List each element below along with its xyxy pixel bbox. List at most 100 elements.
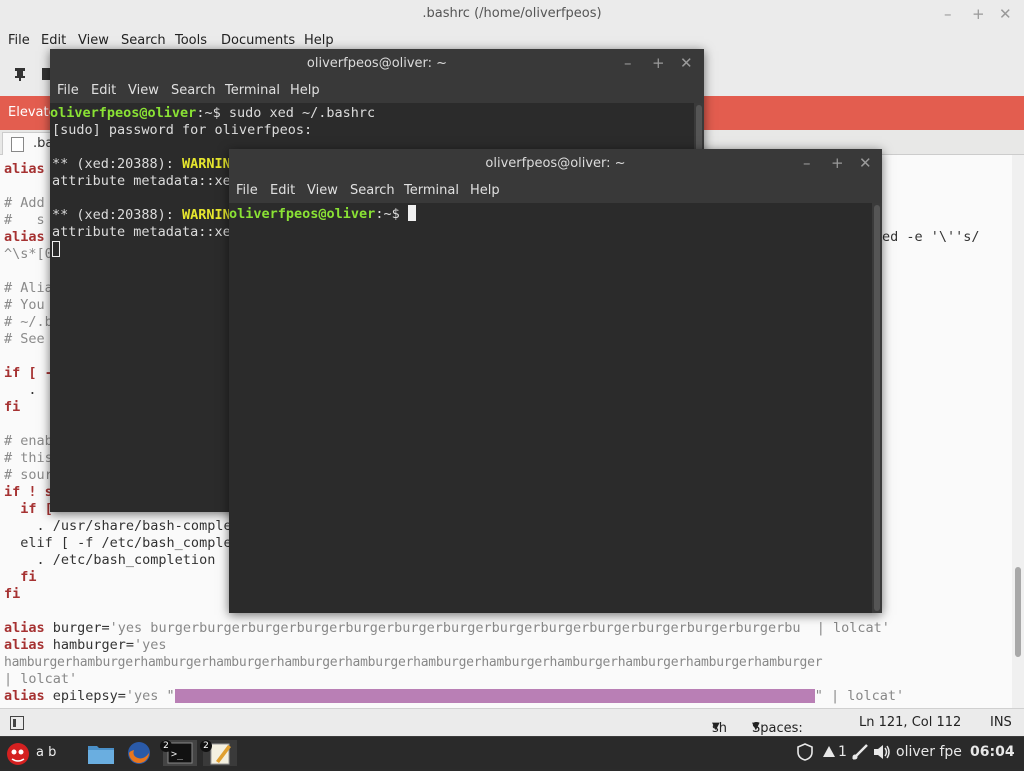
code-line: # ~/.b [4,314,53,330]
code-line: # You [4,297,45,313]
maximize-icon[interactable]: + [831,154,844,172]
terminal-menubar: File Edit View Search Terminal Help [50,79,704,103]
code-line: . /etc/bash_completion [4,552,216,568]
code-line-epilepsy: alias epilepsy='yes " " | lolcat' [4,688,905,704]
code-line-fragment: ed -e '\''s/ [882,229,980,245]
terminal-prompt-line: oliverfpeos@oliver:~$ [229,205,416,223]
menu-view[interactable]: View [78,33,109,48]
files-icon[interactable] [86,740,116,766]
terminal-line: ** (xed:20388): WARNIN [52,156,231,172]
terminal-title: oliverfpeos@oliver: ~ [306,56,448,71]
app-menu-label[interactable]: a b [36,745,56,771]
terminal-line: ** (xed:20388): WARNIN [52,207,231,223]
code-line: alias [4,229,45,245]
code-line: # s [4,212,45,228]
terminal-line: oliverfpeos@oliver:~$ sudo xed ~/.bashrc [50,105,376,121]
menu-file[interactable]: File [8,33,30,48]
code-line-hamburger-cont: hamburgerhamburgerhamburgerhamburgerhamb… [4,655,823,670]
clock[interactable]: 06:04 [970,744,1015,760]
close-icon[interactable]: ✕ [999,5,1012,23]
window-count-badge: 2 [160,740,172,752]
menu-help[interactable]: Help [470,183,500,198]
code-line-hamburger: alias hamburger='yes [4,637,167,653]
terminal-titlebar: oliverfpeos@oliver: ~ – + ✕ [50,49,704,79]
menu-file[interactable]: File [236,183,258,198]
taskbar-editor-group[interactable]: 2 [200,740,237,766]
shield-icon[interactable] [796,743,814,769]
minimize-icon[interactable]: – [944,5,952,23]
code-line: elif [ -f /etc/bash_comple [4,535,232,551]
user-name[interactable]: oliver fpe [896,744,962,760]
code-line: . [4,382,37,398]
terminal-line: attribute metadata::xe [52,224,231,240]
terminal-menubar: File Edit View Search Terminal Help [229,179,882,203]
terminal-line: [sudo] password for oliverfpeos: [52,122,313,138]
scrollbar-thumb[interactable] [1015,567,1021,657]
terminal-output[interactable]: oliverfpeos@oliver:~$ [229,203,872,613]
code-line: if [ - [4,365,53,381]
firefox-icon[interactable] [124,740,154,766]
code-line: ^\s*[0 [4,246,53,262]
menu-documents[interactable]: Documents [221,33,295,48]
terminal-title: oliverfpeos@oliver: ~ [485,156,626,171]
notification-count: 1 [838,744,847,760]
document-icon [11,137,24,152]
svg-text:>_: >_ [171,749,184,760]
code-line: fi [4,586,21,602]
network-icon[interactable] [851,743,869,769]
code-line: # sour [4,467,53,483]
highlighted-text [174,689,815,703]
code-line: # Add [4,195,45,211]
menu-terminal[interactable]: Terminal [404,183,459,198]
code-line: fi [4,399,21,415]
cursor-position: Ln 121, Col 112 [859,715,962,730]
window-count-badge: 2 [200,740,212,752]
menu-search[interactable]: Search [350,183,395,198]
code-line-burger: alias burger='yes burgerburgerburgerburg… [4,620,890,636]
maximize-icon[interactable]: + [652,54,665,72]
scrollbar-thumb[interactable] [874,205,880,611]
minimize-icon[interactable]: – [624,54,632,72]
minimize-icon[interactable]: – [803,154,811,172]
menu-search[interactable]: Search [171,83,216,98]
volume-icon[interactable] [872,743,892,769]
terminal-titlebar: oliverfpeos@oliver: ~ – + ✕ [229,149,882,179]
menu-view[interactable]: View [307,183,338,198]
code-line: # Alia [4,280,53,296]
menu-help[interactable]: Help [290,83,320,98]
terminal-cursor [52,241,60,259]
close-icon[interactable]: ✕ [859,154,872,172]
menu-terminal[interactable]: Terminal [225,83,280,98]
code-line: # See [4,331,45,347]
maximize-icon[interactable]: + [972,5,985,23]
code-line-hamburger-end: | lolcat' [4,671,78,687]
terminal-scrollbar[interactable] [872,203,882,613]
taskbar-terminal-group[interactable]: >_ 2 [160,740,197,766]
editor-title: .bashrc (/home/oliverfpeos) [422,6,602,21]
editor-titlebar: .bashrc (/home/oliverfpeos) – + ✕ [0,0,1024,31]
terminal-window-front[interactable]: oliverfpeos@oliver: ~ – + ✕ File Edit Vi… [229,149,882,613]
pin-icon[interactable] [12,66,28,82]
menu-search[interactable]: Search [121,33,166,48]
code-line: alias [4,161,45,177]
menu-edit[interactable]: Edit [41,33,66,48]
insert-mode: INS [990,715,1012,730]
menu-tools[interactable]: Tools [175,33,207,48]
menu-view[interactable]: View [128,83,159,98]
terminal-cursor [407,205,416,221]
code-line: if [ [4,501,53,517]
menu-file[interactable]: File [57,83,79,98]
menu-edit[interactable]: Edit [91,83,116,98]
taskbar: a b >_ 2 2 1 oliver fpe 06:04 [0,736,1024,769]
notifications-icon[interactable] [820,743,838,769]
menu-help[interactable]: Help [304,33,334,48]
terminal-line: attribute metadata::xe [52,173,231,189]
editor-scrollbar[interactable] [1012,155,1024,708]
code-line: . /usr/share/bash-comple [4,518,232,534]
side-panel-icon[interactable] [10,716,24,730]
menu-edit[interactable]: Edit [270,183,295,198]
close-icon[interactable]: ✕ [680,54,693,72]
code-line: if ! s [4,484,53,500]
app-menu-icon[interactable] [4,740,32,766]
editor-statusbar: sh ▼ Spaces: 4 ▼ Ln 121, Col 112 INS [0,708,1024,751]
